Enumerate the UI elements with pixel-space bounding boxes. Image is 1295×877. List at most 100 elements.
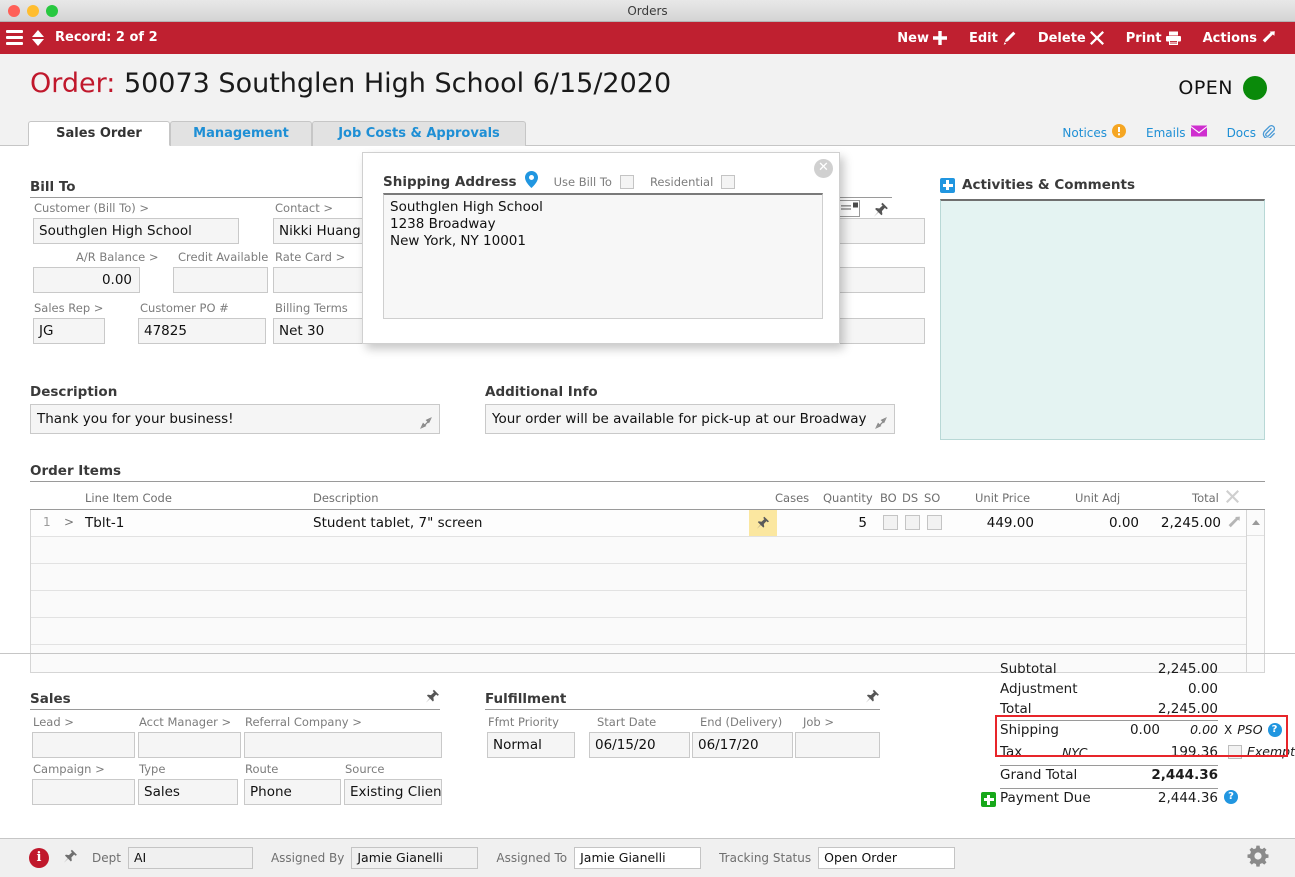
sales-rep-label: Sales Rep > bbox=[34, 301, 104, 315]
start-date-field[interactable]: 06/15/20 bbox=[589, 732, 690, 758]
row-expand-chevron[interactable]: > bbox=[64, 515, 74, 529]
actions-button[interactable]: Actions bbox=[1192, 22, 1287, 54]
row-pin-icon[interactable] bbox=[749, 510, 777, 536]
bill-to-title: Bill To bbox=[30, 179, 76, 195]
notices-link[interactable]: Notices bbox=[1062, 124, 1127, 141]
customer-bill-to-field[interactable]: Southglen High School bbox=[33, 218, 239, 244]
table-row[interactable] bbox=[31, 618, 1264, 645]
record-navigator-icon[interactable] bbox=[30, 29, 46, 47]
campaign-field[interactable] bbox=[32, 779, 135, 805]
ar-balance-label: A/R Balance > bbox=[76, 250, 159, 264]
new-button[interactable]: New bbox=[886, 22, 958, 54]
fulfillment-section: Fulfillment Ffmt Priority Start Date End… bbox=[485, 688, 880, 760]
route-field[interactable]: Phone bbox=[244, 779, 341, 805]
dept-field[interactable]: AI bbox=[127, 847, 253, 869]
referral-company-field[interactable] bbox=[244, 732, 442, 758]
docs-link[interactable]: Docs bbox=[1227, 124, 1276, 141]
table-row[interactable]: 1 > Tblt-1 Student tablet, 7" screen 5 4… bbox=[31, 510, 1264, 537]
ar-balance-field[interactable]: 0.00 bbox=[33, 267, 140, 293]
delete-button[interactable]: Delete bbox=[1027, 22, 1115, 54]
pin-icon[interactable] bbox=[63, 849, 78, 868]
acct-manager-field[interactable] bbox=[138, 732, 241, 758]
bill-to-extra-field-6[interactable] bbox=[833, 267, 925, 293]
expand-icon[interactable] bbox=[419, 412, 433, 433]
total-row: Total 2,245.00 bbox=[1000, 700, 1290, 720]
col-line-item-code: Line Item Code bbox=[85, 491, 172, 505]
additional-info-field[interactable]: Your order will be available for pick-up… bbox=[485, 404, 895, 434]
job-field[interactable] bbox=[795, 732, 880, 758]
payment-due-label: Payment Due bbox=[1000, 790, 1091, 806]
pin-icon[interactable] bbox=[425, 689, 440, 708]
adjustment-value: 0.00 bbox=[1187, 681, 1218, 697]
tab-job-costs-approvals[interactable]: Job Costs & Approvals bbox=[312, 121, 526, 146]
row-description: Student tablet, 7" screen bbox=[313, 515, 483, 531]
row-ds-checkbox[interactable] bbox=[905, 515, 920, 530]
use-bill-to-checkbox[interactable] bbox=[619, 174, 634, 189]
campaign-label: Campaign > bbox=[33, 762, 105, 776]
row-open-icon[interactable] bbox=[1227, 516, 1241, 534]
description-title: Description bbox=[30, 384, 118, 400]
table-row[interactable] bbox=[31, 537, 1264, 564]
expand-icon[interactable] bbox=[874, 412, 888, 433]
customer-po-field[interactable]: 47825 bbox=[138, 318, 266, 344]
order-items-scrollbar[interactable] bbox=[1246, 510, 1264, 672]
map-pin-icon[interactable] bbox=[524, 171, 538, 192]
pencil-icon bbox=[1002, 31, 1016, 45]
help-icon[interactable]: ? bbox=[1267, 722, 1282, 737]
menu-icon[interactable] bbox=[6, 30, 23, 45]
assigned-to-field[interactable]: Jamie Gianelli bbox=[574, 847, 702, 869]
table-row[interactable] bbox=[31, 564, 1264, 591]
referral-company-label: Referral Company > bbox=[245, 715, 362, 729]
close-icon[interactable]: ✕ bbox=[814, 159, 833, 178]
bill-to-extra-field-10[interactable] bbox=[833, 318, 925, 344]
row-total: 2,245.00 bbox=[1160, 515, 1221, 531]
description-field[interactable]: Thank you for your business! bbox=[30, 404, 440, 434]
ffmt-priority-field[interactable]: Normal bbox=[487, 732, 575, 758]
pin-icon[interactable] bbox=[865, 689, 880, 708]
tab-management[interactable]: Management bbox=[170, 121, 312, 146]
shipping-value: 0.00 bbox=[1129, 722, 1160, 738]
clear-columns-icon[interactable] bbox=[1226, 490, 1239, 506]
credit-available-field[interactable] bbox=[173, 267, 268, 293]
print-button[interactable]: Print bbox=[1115, 22, 1192, 54]
edit-button[interactable]: Edit bbox=[958, 22, 1027, 54]
assigned-by-label: Assigned By bbox=[270, 851, 345, 865]
activities-comments-section: Activities & Comments bbox=[940, 174, 1265, 440]
help-icon[interactable]: ? bbox=[1224, 790, 1238, 804]
scroll-up-icon[interactable] bbox=[1247, 510, 1264, 536]
totals-panel: Subtotal 2,245.00 Adjustment 0.00 Total … bbox=[981, 660, 1295, 811]
tracking-status-field[interactable]: Open Order bbox=[818, 847, 956, 869]
edit-button-label: Edit bbox=[968, 30, 998, 46]
order-items-column-headers: Line Item Code Description Cases Quantit… bbox=[30, 488, 1265, 510]
col-bo: BO bbox=[880, 491, 897, 505]
shipping-address-field[interactable]: Southglen High School 1238 Broadway New … bbox=[383, 193, 823, 319]
add-payment-icon[interactable] bbox=[981, 792, 996, 807]
add-activity-icon[interactable] bbox=[940, 177, 955, 193]
order-value: 50073 Southglen High School 6/15/2020 bbox=[123, 68, 672, 99]
type-field[interactable]: Sales bbox=[138, 779, 238, 805]
row-bo-checkbox[interactable] bbox=[883, 515, 898, 530]
end-delivery-field[interactable]: 06/17/20 bbox=[692, 732, 793, 758]
lower-divider bbox=[0, 653, 1295, 654]
shipping-clear-button[interactable]: X bbox=[1224, 723, 1232, 737]
lead-field[interactable] bbox=[32, 732, 135, 758]
activities-list[interactable] bbox=[940, 199, 1265, 440]
emails-link[interactable]: Emails bbox=[1146, 125, 1207, 140]
assigned-by-field[interactable]: Jamie Gianelli bbox=[351, 847, 479, 869]
status-text: OPEN bbox=[1178, 77, 1233, 99]
row-so-checkbox[interactable] bbox=[927, 515, 942, 530]
tab-sales-order[interactable]: Sales Order bbox=[28, 121, 170, 146]
job-label: Job > bbox=[803, 715, 835, 729]
info-icon[interactable]: i bbox=[29, 848, 49, 868]
additional-info-section: Additional Info Your order will be avail… bbox=[485, 384, 895, 434]
residential-checkbox[interactable] bbox=[721, 174, 736, 189]
sales-rep-field[interactable]: JG bbox=[33, 318, 105, 344]
tax-exempt-checkbox[interactable] bbox=[1228, 744, 1242, 759]
source-field[interactable]: Existing Client bbox=[344, 779, 442, 805]
table-row[interactable] bbox=[31, 591, 1264, 618]
gear-icon[interactable] bbox=[1247, 845, 1269, 871]
shipping-address-title: Shipping Address bbox=[383, 173, 517, 190]
residential-label: Residential bbox=[649, 174, 714, 189]
bill-to-extra-field-3[interactable] bbox=[833, 218, 925, 244]
paperclip-icon bbox=[1261, 124, 1276, 141]
